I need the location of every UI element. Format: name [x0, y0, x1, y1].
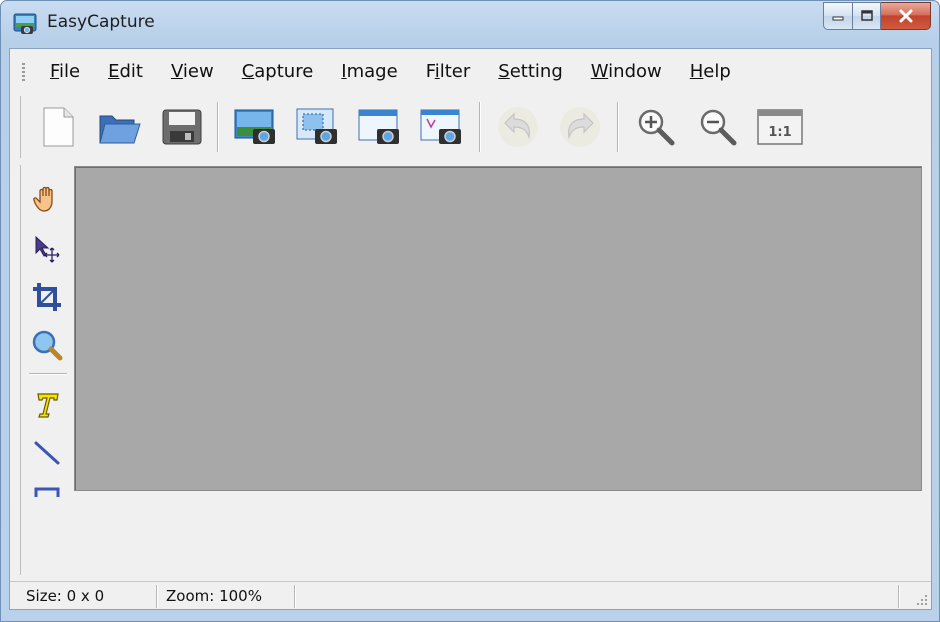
status-zoom: Zoom: 100%: [166, 587, 262, 605]
menu-mnemonic: S: [498, 60, 510, 82]
menu-mnemonic: V: [170, 60, 183, 82]
zoom-in-icon: [638, 109, 675, 146]
tools-toolbar: [20, 165, 70, 575]
magnifier-tool-button[interactable]: [29, 327, 65, 363]
status-divider: [898, 585, 900, 608]
menu-bar: File Edit View Capture Image Filter Sett…: [10, 49, 931, 93]
save-button[interactable]: [159, 104, 205, 150]
menubar-grip[interactable]: [22, 63, 25, 81]
tools-separator: [29, 373, 67, 375]
status-divider: [294, 585, 296, 608]
toolbar-separator: [217, 102, 219, 152]
crop-tool-button[interactable]: [29, 279, 65, 315]
menu-edit[interactable]: Edit: [94, 61, 157, 82]
new-button[interactable]: [35, 104, 81, 150]
close-button[interactable]: [881, 2, 931, 30]
title-bar[interactable]: EasyCapture: [1, 1, 939, 47]
menu-setting[interactable]: Setting: [484, 61, 576, 82]
menu-mnemonic: F: [50, 60, 60, 82]
close-icon: [899, 9, 912, 23]
move-select-icon: [35, 235, 60, 263]
status-size: Size: 0 x 0: [26, 587, 105, 605]
hand-pan-icon: [33, 186, 53, 212]
toolbar-separator: [479, 102, 481, 152]
status-divider: [156, 585, 158, 608]
line-tool-icon: [34, 441, 60, 465]
maximize-button[interactable]: [853, 2, 881, 30]
minimize-button[interactable]: [823, 2, 853, 30]
menu-mnemonic: W: [590, 60, 609, 82]
capture-region-button[interactable]: [295, 104, 341, 150]
capture-fullscreen-button[interactable]: [233, 104, 279, 150]
line-tool-button[interactable]: [29, 435, 65, 471]
maximize-icon: [860, 10, 873, 21]
menu-mnemonic: I: [341, 60, 347, 82]
menu-filter[interactable]: Filter: [412, 61, 485, 82]
menu-mnemonic: H: [689, 60, 704, 82]
capture-freehand-button[interactable]: [419, 104, 465, 150]
menu-mnemonic: C: [241, 60, 255, 82]
client-area: File Edit View Capture Image Filter Sett…: [9, 48, 932, 610]
capture-region-icon: [296, 108, 337, 144]
actual-size-icon: 1:1: [757, 109, 803, 145]
undo-icon: [498, 107, 538, 147]
text-tool-icon: [37, 393, 59, 418]
capture-freehand-icon: [420, 109, 461, 144]
status-bar: Size: 0 x 0 Zoom: 100%: [10, 581, 931, 609]
hand-tool-button[interactable]: [29, 181, 65, 217]
menu-capture[interactable]: Capture: [228, 61, 328, 82]
menu-view[interactable]: View: [157, 61, 228, 82]
new-file-icon: [43, 107, 74, 147]
menu-file[interactable]: File: [36, 61, 94, 82]
actual-size-button[interactable]: 1:1: [757, 104, 803, 150]
move-tool-button[interactable]: [29, 231, 65, 267]
redo-icon: [560, 107, 600, 147]
capture-window-button[interactable]: [357, 104, 403, 150]
zoom-out-icon: [700, 109, 737, 146]
actual-size-label: 1:1: [768, 125, 791, 140]
text-tool-button[interactable]: [29, 387, 65, 423]
menu-mnemonic: E: [108, 60, 120, 82]
main-toolbar: 1:1: [20, 96, 820, 158]
redo-button[interactable]: [557, 104, 603, 150]
easycapture-app-icon: [13, 13, 37, 34]
toolbar-separator: [617, 102, 619, 152]
caption-buttons: [823, 2, 931, 32]
menu-image[interactable]: Image: [327, 61, 411, 82]
undo-button[interactable]: [495, 104, 541, 150]
menu-window[interactable]: Window: [577, 61, 676, 82]
crop-icon: [33, 283, 61, 311]
rectangle-tool-button[interactable]: [29, 483, 65, 497]
capture-window-icon: [358, 109, 399, 144]
rectangle-tool-icon: [34, 487, 60, 497]
minimize-icon: [832, 16, 844, 21]
resize-grip-icon[interactable]: [915, 593, 929, 607]
zoom-in-button[interactable]: [633, 104, 679, 150]
image-canvas[interactable]: [74, 166, 922, 491]
magnifier-icon: [32, 330, 63, 361]
zoom-out-button[interactable]: [695, 104, 741, 150]
capture-fullscreen-icon: [234, 109, 275, 144]
menu-help[interactable]: Help: [676, 61, 745, 82]
open-folder-icon: [99, 115, 141, 144]
open-button[interactable]: [97, 104, 143, 150]
menu-mnemonic: i: [434, 60, 440, 82]
save-disk-icon: [162, 109, 202, 145]
window-title: EasyCapture: [47, 12, 155, 32]
app-window: EasyCapture File Edit View Capture Image…: [0, 0, 940, 622]
